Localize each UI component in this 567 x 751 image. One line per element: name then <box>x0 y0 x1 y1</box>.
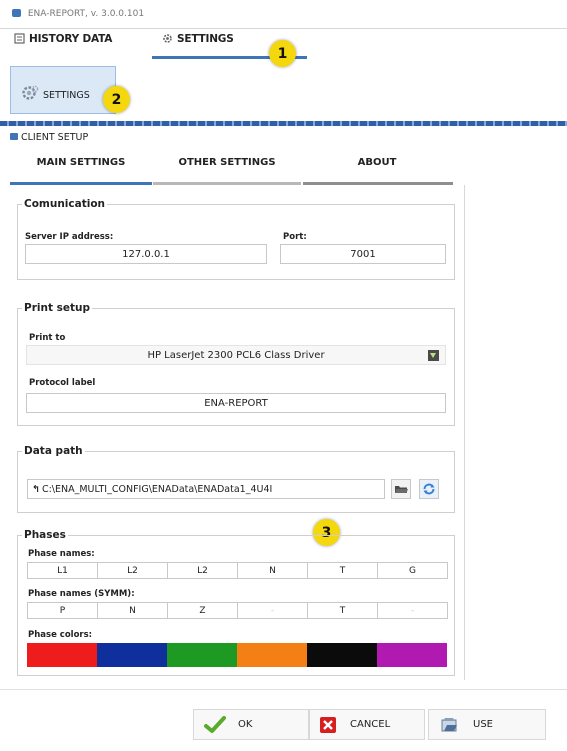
phase-symm-input[interactable]: N <box>97 602 168 619</box>
dropdown-arrow-icon[interactable] <box>428 350 439 361</box>
refresh-button[interactable] <box>419 479 439 499</box>
phase-symm-input[interactable]: P <box>27 602 98 619</box>
refresh-icon <box>420 483 438 502</box>
path-cursor-icon: ↰ <box>32 483 40 495</box>
client-setup-title: CLIENT SETUP <box>10 132 88 143</box>
tab-other-settings[interactable]: OTHER SETTINGS <box>152 157 302 181</box>
phase-color-swatch[interactable] <box>97 643 167 667</box>
port-label: Port: <box>283 232 307 242</box>
phase-symm-input[interactable]: T <box>307 602 378 619</box>
print-to-label: Print to <box>29 333 66 343</box>
tab-main-settings[interactable]: MAIN SETTINGS <box>10 157 152 181</box>
gear-icon <box>162 33 173 44</box>
phase-color-swatch[interactable] <box>167 643 237 667</box>
phase-symm-label: Phase names (SYMM): <box>28 589 135 599</box>
phase-name-input[interactable]: N <box>237 562 308 579</box>
phase-color-swatch[interactable] <box>27 643 97 667</box>
phase-symm-input[interactable]: - <box>377 602 448 619</box>
data-path-value: C:\ENA_MULTI_CONFIG\ENAData\ENAData1_4U4… <box>41 483 273 495</box>
history-icon <box>14 33 25 44</box>
phase-colors-row <box>27 643 447 667</box>
phase-color-swatch[interactable] <box>307 643 377 667</box>
divider <box>0 28 567 29</box>
tab-label: HISTORY DATA <box>29 33 113 45</box>
port-input[interactable]: 7001 <box>280 244 446 264</box>
protocol-label-input[interactable]: ENA-REPORT <box>26 393 446 413</box>
tab-settings[interactable]: SETTINGS <box>162 33 234 55</box>
printer-select-value: HP LaserJet 2300 PCL6 Class Driver <box>147 349 325 361</box>
phase-name-input[interactable]: G <box>377 562 448 579</box>
phase-symm-input[interactable]: - <box>237 602 308 619</box>
window-title: ENA-REPORT, v. 3.0.0.101 <box>27 9 145 19</box>
cancel-icon <box>320 716 336 733</box>
tab-history-data[interactable]: HISTORY DATA <box>14 33 112 55</box>
browse-folder-button[interactable] <box>391 479 411 499</box>
callout-badge-2: 2 <box>103 86 130 113</box>
app-icon <box>10 133 18 140</box>
group-title: Print setup <box>24 302 91 314</box>
phase-name-input[interactable]: L1 <box>27 562 98 579</box>
app-icon <box>12 9 21 17</box>
use-label: USE <box>473 719 493 730</box>
cancel-button[interactable]: CANCEL <box>309 709 425 740</box>
tab-label: OTHER SETTINGS <box>178 157 276 168</box>
phase-name-input[interactable]: L2 <box>97 562 168 579</box>
ok-label: OK <box>238 719 253 730</box>
phase-names-row: L1 L2 L2 N T G <box>27 562 448 579</box>
phase-symm-row: P N Z - T - <box>27 602 448 619</box>
tab-label: ABOUT <box>357 157 397 168</box>
client-setup-label: CLIENT SETUP <box>21 132 89 143</box>
phase-color-swatch[interactable] <box>377 643 447 667</box>
ok-button[interactable]: OK <box>193 709 309 740</box>
phase-name-input[interactable]: L2 <box>167 562 238 579</box>
tab-label: MAIN SETTINGS <box>36 157 126 168</box>
section-divider <box>0 121 567 126</box>
server-ip-label: Server IP address: <box>25 232 114 242</box>
phase-color-swatch[interactable] <box>237 643 307 667</box>
tab-label: SETTINGS <box>177 33 234 45</box>
protocol-label-title: Protocol label <box>29 378 96 388</box>
server-ip-input[interactable]: 127.0.0.1 <box>25 244 267 264</box>
use-button[interactable]: USE <box>428 709 546 740</box>
checkmark-icon <box>204 715 226 734</box>
tab-about[interactable]: ABOUT <box>302 157 452 181</box>
folder-icon <box>392 483 410 502</box>
data-path-input[interactable]: ↰ C:\ENA_MULTI_CONFIG\ENAData\ENAData1_4U… <box>27 479 385 499</box>
cancel-label: CANCEL <box>350 719 391 730</box>
phase-symm-input[interactable]: Z <box>167 602 238 619</box>
phase-colors-label: Phase colors: <box>28 630 93 640</box>
printer-select[interactable]: HP LaserJet 2300 PCL6 Class Driver <box>26 345 446 365</box>
callout-badge-1: 1 <box>269 40 296 67</box>
group-title: Comunication <box>24 198 106 210</box>
gear-icon <box>21 84 39 105</box>
group-title: Phases <box>24 529 66 541</box>
phase-name-input[interactable]: T <box>307 562 378 579</box>
phase-names-label: Phase names: <box>28 549 95 559</box>
panel-border <box>464 185 465 680</box>
window-title-bar: ENA-REPORT, v. 3.0.0.101 <box>0 0 567 28</box>
divider <box>0 689 567 690</box>
settings-ribbon-label: SETTINGS <box>43 90 90 101</box>
group-title: Data path <box>24 445 83 457</box>
apply-icon <box>439 716 461 734</box>
settings-ribbon-button[interactable]: SETTINGS <box>10 66 116 114</box>
